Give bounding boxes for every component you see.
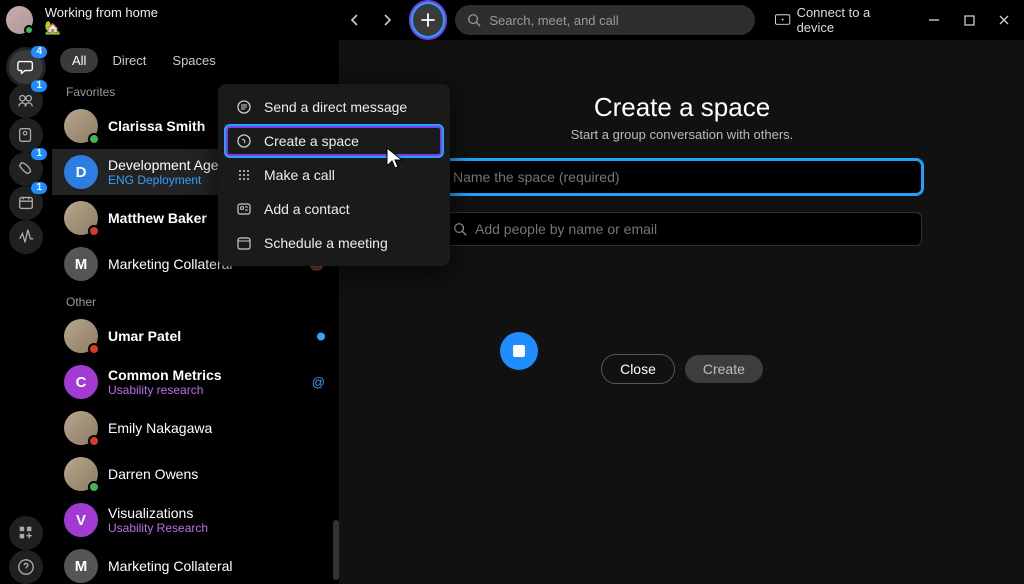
menu-item-label: Add a contact — [264, 201, 350, 217]
rail-badge: 1 — [31, 182, 47, 194]
presence-icon — [88, 435, 100, 447]
rail-teams-button[interactable]: 1 — [9, 84, 43, 118]
calendar-icon — [236, 235, 252, 251]
menu-item-chat[interactable]: Send a direct message — [224, 90, 444, 124]
rail-calendar-button[interactable]: 1 — [9, 186, 43, 220]
presence-icon — [88, 225, 100, 237]
add-people-field[interactable] — [442, 212, 922, 246]
rail-contacts-button[interactable] — [9, 118, 43, 152]
menu-item-label: Schedule a meeting — [264, 235, 388, 251]
rail-badge: 1 — [31, 148, 47, 160]
avatar — [64, 201, 98, 235]
page-title: Create a space — [594, 92, 770, 123]
rail-badge: 4 — [31, 46, 47, 58]
conversation-name: Umar Patel — [108, 328, 181, 344]
self-status[interactable]: Working from home 🏡 — [45, 5, 172, 36]
tab-direct[interactable]: Direct — [100, 48, 158, 73]
search-placeholder: Search, meet, and call — [489, 13, 618, 28]
search-icon — [467, 13, 481, 27]
conversation-name: Emily Nakagawa — [108, 420, 212, 436]
presence-icon — [88, 343, 100, 355]
conversation-item[interactable]: M Marketing Collateral — [52, 543, 339, 584]
menu-item-label: Create a space — [264, 133, 359, 149]
nav-back-button[interactable] — [341, 6, 368, 34]
new-button[interactable] — [413, 4, 444, 36]
avatar: D — [64, 155, 98, 189]
menu-item-contact[interactable]: Add a contact — [224, 192, 444, 226]
menu-item-label: Make a call — [264, 167, 335, 183]
conversation-subtitle: Usability research — [108, 383, 222, 397]
nav-forward-button[interactable] — [374, 6, 401, 34]
conversation-item[interactable]: Emily Nakagawa — [52, 405, 339, 451]
rail-calls-button[interactable]: 1 — [9, 152, 43, 186]
avatar — [64, 109, 98, 143]
presence-active-icon — [24, 25, 34, 35]
avatar: M — [64, 549, 98, 583]
tab-spaces[interactable]: Spaces — [160, 48, 227, 73]
rail-help-button[interactable] — [9, 550, 43, 584]
connect-device-label: Connect to a device — [797, 5, 906, 35]
rail-chat-button[interactable]: 4 — [9, 50, 43, 84]
device-icon — [775, 14, 790, 26]
conversation-subtitle: ENG Deployment — [108, 173, 233, 187]
rail-activity-button[interactable] — [9, 220, 43, 254]
search-input[interactable]: Search, meet, and call — [455, 5, 755, 35]
create-button[interactable]: Create — [685, 355, 763, 383]
conversation-item[interactable]: C Common MetricsUsability research @ — [52, 359, 339, 405]
menu-item-label: Send a direct message — [264, 99, 407, 115]
menu-item-dial[interactable]: Make a call — [224, 158, 444, 192]
window-minimize-button[interactable] — [920, 6, 949, 34]
conversation-item[interactable]: V VisualizationsUsability Research — [52, 497, 339, 543]
menu-item-calendar[interactable]: Schedule a meeting — [224, 226, 444, 260]
add-people-input[interactable] — [475, 221, 911, 237]
stop-recording-button[interactable] — [500, 332, 538, 370]
avatar — [64, 411, 98, 445]
conversation-name: Development Agenc — [108, 157, 233, 173]
tab-all[interactable]: All — [60, 48, 98, 73]
menu-item-space[interactable]: Create a space — [224, 124, 444, 158]
connect-device-button[interactable]: Connect to a device — [767, 1, 914, 39]
avatar — [64, 457, 98, 491]
nav-rail: 4111 — [0, 40, 52, 584]
conversation-name: Darren Owens — [108, 466, 198, 482]
dial-icon — [236, 167, 252, 183]
contact-icon — [236, 201, 252, 217]
rail-badge: 1 — [31, 80, 47, 92]
chat-icon — [236, 99, 252, 115]
space-name-input[interactable] — [453, 169, 911, 185]
window-close-button[interactable] — [989, 6, 1018, 34]
sidebar-scrollbar[interactable] — [333, 520, 339, 580]
window-maximize-button[interactable] — [955, 6, 984, 34]
conversation-item[interactable]: Darren Owens — [52, 451, 339, 497]
page-subtitle: Start a group conversation with others. — [571, 127, 794, 142]
conversation-item[interactable]: Umar Patel — [52, 313, 339, 359]
avatar — [64, 319, 98, 353]
conversation-name: Visualizations — [108, 505, 208, 521]
new-menu: Send a direct message Create a space Make … — [218, 84, 450, 266]
self-avatar[interactable] — [6, 6, 33, 34]
stop-icon — [513, 345, 525, 357]
rail-apps-button[interactable] — [9, 516, 43, 550]
space-name-field[interactable] — [442, 160, 922, 194]
conversation-name: Marketing Collateral — [108, 558, 233, 574]
conversation-name: Clarissa Smith — [108, 118, 205, 134]
mention-icon: @ — [312, 375, 325, 390]
close-button[interactable]: Close — [601, 354, 675, 384]
search-icon — [453, 222, 467, 236]
presence-icon — [88, 481, 100, 493]
space-icon — [236, 133, 252, 149]
conversation-name: Common Metrics — [108, 367, 222, 383]
presence-icon — [88, 133, 100, 145]
conversation-name: Matthew Baker — [108, 210, 207, 226]
section-other-label: Other — [52, 287, 339, 313]
avatar: M — [64, 247, 98, 281]
conversation-name: Marketing Collateral — [108, 256, 233, 272]
unread-indicator — [317, 329, 325, 344]
avatar: C — [64, 365, 98, 399]
conversation-subtitle: Usability Research — [108, 521, 208, 535]
avatar: V — [64, 503, 98, 537]
